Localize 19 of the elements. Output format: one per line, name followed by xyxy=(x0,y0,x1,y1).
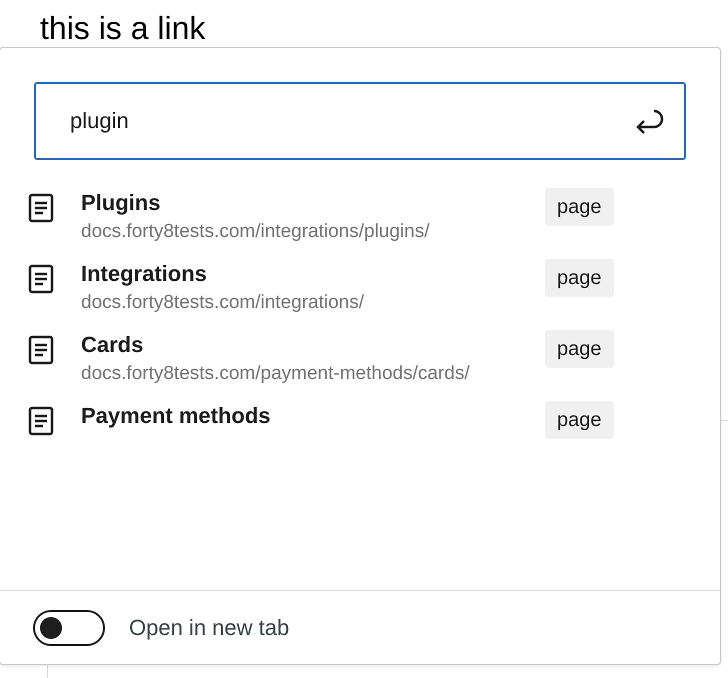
document-icon xyxy=(27,334,55,366)
document-icon xyxy=(27,192,55,224)
result-title[interactable]: Integrations xyxy=(81,259,521,289)
type-tag: page xyxy=(545,259,614,297)
type-tag: page xyxy=(545,401,614,439)
search-field[interactable]: plugin xyxy=(34,82,686,160)
result-url: docs.forty8tests.com/integrations/plugins/ xyxy=(81,220,431,244)
document-icon xyxy=(27,405,55,437)
result-title[interactable]: Cards xyxy=(81,330,521,360)
link-text: this is a link xyxy=(40,10,206,46)
document-icon xyxy=(27,263,55,295)
result-url: docs.forty8tests.com/payment-methods/cards/ xyxy=(81,362,471,386)
toggle-switch[interactable] xyxy=(33,610,105,646)
result-title[interactable]: Plugins xyxy=(81,188,521,218)
result-url: docs.forty8tests.com/integrations/ xyxy=(81,291,366,315)
type-tag: page xyxy=(545,330,614,368)
toggle-label: Open in new tab xyxy=(129,614,290,640)
result-title[interactable]: Payment methods xyxy=(81,401,521,431)
type-tag: page xyxy=(545,188,614,226)
